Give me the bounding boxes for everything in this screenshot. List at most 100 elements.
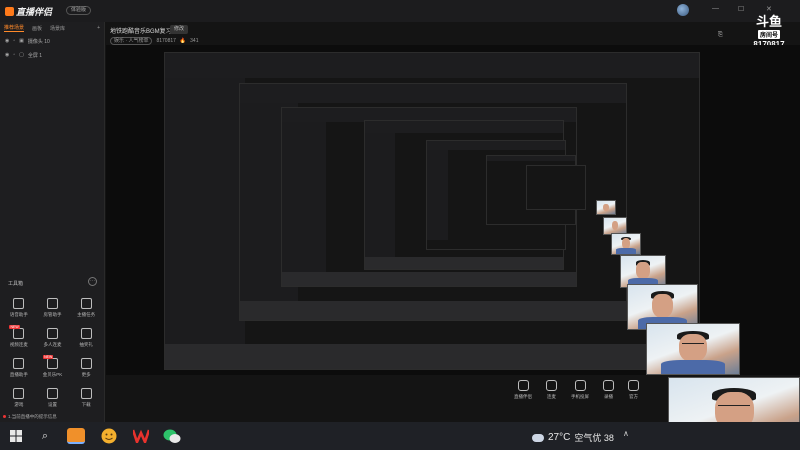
camera-feed-nested xyxy=(611,233,641,255)
weather-widget[interactable]: 27°C 空气优 38 xyxy=(532,431,614,444)
nested-titlebar xyxy=(487,156,575,162)
user-shield-icon xyxy=(46,298,58,309)
toolbar-item[interactable]: 连麦 xyxy=(546,380,557,400)
tool-item[interactable]: NEW 金贝乐PK xyxy=(36,355,70,378)
game-icon xyxy=(13,388,25,399)
lock-icon[interactable]: ▫ xyxy=(13,52,15,58)
tool-label: 视频连麦 xyxy=(9,342,28,347)
toolbar-label: 官方 xyxy=(629,394,638,399)
visibility-icon[interactable]: ◉ xyxy=(5,38,9,44)
official-icon xyxy=(628,380,639,391)
toolbar-label: 连麦 xyxy=(547,394,556,399)
version-badge[interactable]: 体验版 xyxy=(66,6,92,15)
nested-sidebar xyxy=(165,78,246,344)
heat-count: 341 xyxy=(190,38,199,44)
nested-taskbar xyxy=(282,271,576,286)
task-icon xyxy=(80,298,92,309)
tool-label: 多人连麦 xyxy=(43,342,62,347)
new-badge: NEW xyxy=(43,355,54,359)
pk-icon xyxy=(46,358,58,369)
search-icon[interactable]: ⌕ xyxy=(38,428,52,444)
stream-preview[interactable] xyxy=(106,45,800,375)
app-logo: 直播伴侣 xyxy=(5,5,52,18)
tool-item[interactable]: 下载 xyxy=(69,388,103,408)
tool-label: 设置 xyxy=(47,402,57,407)
tool-item[interactable]: 主播任务 xyxy=(69,298,103,318)
group-icon xyxy=(46,328,58,339)
visibility-icon[interactable]: ◉ xyxy=(5,52,9,58)
nested-titlebar xyxy=(240,84,626,103)
nested-titlebar xyxy=(427,141,565,150)
tool-label: 游戏 xyxy=(14,402,24,407)
tab-scene-library[interactable]: 场景库 xyxy=(50,25,65,32)
nested-taskbar xyxy=(165,343,699,369)
source-label: 摄像头 10 xyxy=(27,38,50,45)
room-title[interactable]: 地铁跑酷音乐BGM复习 xyxy=(110,26,172,35)
edit-title-button[interactable]: 修改 xyxy=(170,25,189,34)
tool-label: 直播助手 xyxy=(9,372,28,377)
sidebar: 推荐场景 画板 场景库 + ◉ ▫ ▣ 摄像头 10 ◉ ▫ ▢ 全屏 1 工具… xyxy=(0,22,105,422)
source-row[interactable]: ◉ ▫ ▢ 全屏 1 xyxy=(0,48,104,62)
toolbar-label: 直播伴侣 xyxy=(514,394,532,399)
tool-item[interactable]: 设置 xyxy=(36,388,70,408)
toolbox-more-button[interactable]: ··· xyxy=(88,277,97,286)
mic-link-icon xyxy=(546,380,557,391)
nested-titlebar xyxy=(165,53,699,79)
share-icon[interactable]: ⎘ xyxy=(718,32,723,38)
nested-taskbar xyxy=(365,257,563,269)
tool-item[interactable]: 抽奖礼 xyxy=(69,328,103,348)
category-pill[interactable]: 娱乐 · 人气榜单 xyxy=(110,37,153,45)
app-wechat-icon[interactable] xyxy=(163,428,181,444)
toolbar-item[interactable]: 录播 xyxy=(603,380,614,400)
tab-canvas[interactable]: 画板 xyxy=(32,25,42,32)
tool-label: 房管助手 xyxy=(43,312,62,317)
tool-item[interactable]: 游戏 xyxy=(2,388,36,408)
app-orange-icon[interactable] xyxy=(67,428,85,444)
tool-item[interactable]: 房管助手 xyxy=(36,298,70,318)
windows-start-icon[interactable] xyxy=(9,428,23,444)
more-icon xyxy=(80,358,92,369)
tool-item[interactable]: 直播助手 xyxy=(2,358,36,378)
maximize-icon[interactable]: ☐ xyxy=(738,5,744,13)
download-icon xyxy=(80,388,92,399)
room-meta: 娱乐 · 人气榜单 8170817 🔥 341 xyxy=(110,37,199,45)
assistant-icon xyxy=(13,358,25,369)
windows-logo-icon xyxy=(10,430,22,442)
tray-expand-icon[interactable]: ∧ xyxy=(623,429,629,438)
app-face-icon[interactable] xyxy=(100,428,118,444)
lock-icon[interactable]: ▫ xyxy=(13,38,15,44)
tool-label: 主播任务 xyxy=(77,312,96,317)
tool-item[interactable]: NEW 视频连麦 xyxy=(2,325,36,348)
camera-feed-nested xyxy=(596,200,616,215)
add-scene-icon[interactable]: + xyxy=(97,25,100,31)
phone-cast-icon xyxy=(574,380,586,391)
user-avatar[interactable] xyxy=(677,4,689,16)
nested-sidebar xyxy=(365,132,395,258)
heat-icon: 🔥 xyxy=(179,38,187,44)
tool-item[interactable]: 语音助手 xyxy=(2,298,36,318)
toolbar-item[interactable]: 手机投屏 xyxy=(571,380,589,400)
room-number-label: 房间号 xyxy=(757,30,780,39)
tool-item[interactable]: 多人连麦 xyxy=(36,328,70,348)
tool-label: 语音助手 xyxy=(9,312,28,317)
header-actions: ⎘ xyxy=(718,32,723,39)
douyu-logo: 斗鱼 xyxy=(755,15,782,30)
air-quality: 空气优 38 xyxy=(574,433,614,443)
link-icon xyxy=(13,328,25,339)
source-row[interactable]: ◉ ▫ ▣ 摄像头 10 xyxy=(0,34,104,48)
toolbar-item[interactable]: 直播伴侣 xyxy=(514,380,532,400)
app-logo-text: 直播伴侣 xyxy=(16,7,53,17)
gift-icon xyxy=(80,328,92,339)
nested-window xyxy=(526,165,586,210)
tool-label: 金贝乐PK xyxy=(42,372,63,377)
toolbar-item[interactable]: 官方 xyxy=(628,380,639,400)
tool-item[interactable]: 更多 xyxy=(69,358,103,378)
close-icon[interactable]: ✕ xyxy=(766,5,772,13)
app-wps-icon[interactable] xyxy=(132,428,150,444)
minimize-icon[interactable]: — xyxy=(712,5,719,12)
title-bar: 直播伴侣 体验版 — ☐ ✕ xyxy=(0,0,800,22)
tab-recommended[interactable]: 推荐场景 xyxy=(4,24,25,32)
sidebar-footer: 1.当前直播中的提示信息 xyxy=(0,412,105,422)
weather-temp: 27°C xyxy=(548,432,571,443)
camera-icon: ▣ xyxy=(19,38,24,44)
